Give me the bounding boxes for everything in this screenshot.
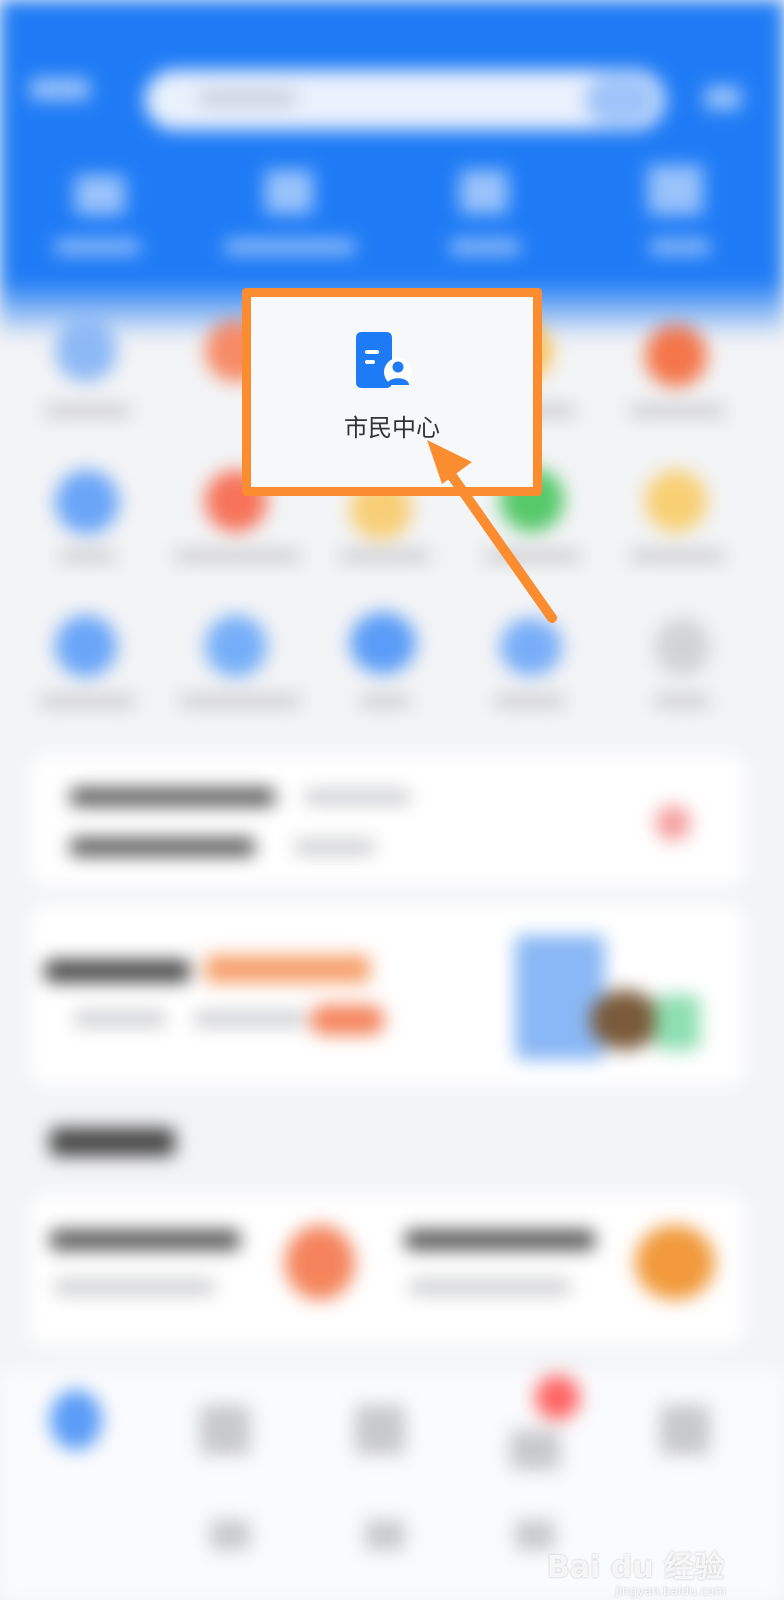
watermark-url: jingyan.baidu.com xyxy=(615,1584,726,1598)
watermark-logo: Bai du 经验 xyxy=(546,1550,724,1585)
annotation-arrow xyxy=(427,440,557,623)
